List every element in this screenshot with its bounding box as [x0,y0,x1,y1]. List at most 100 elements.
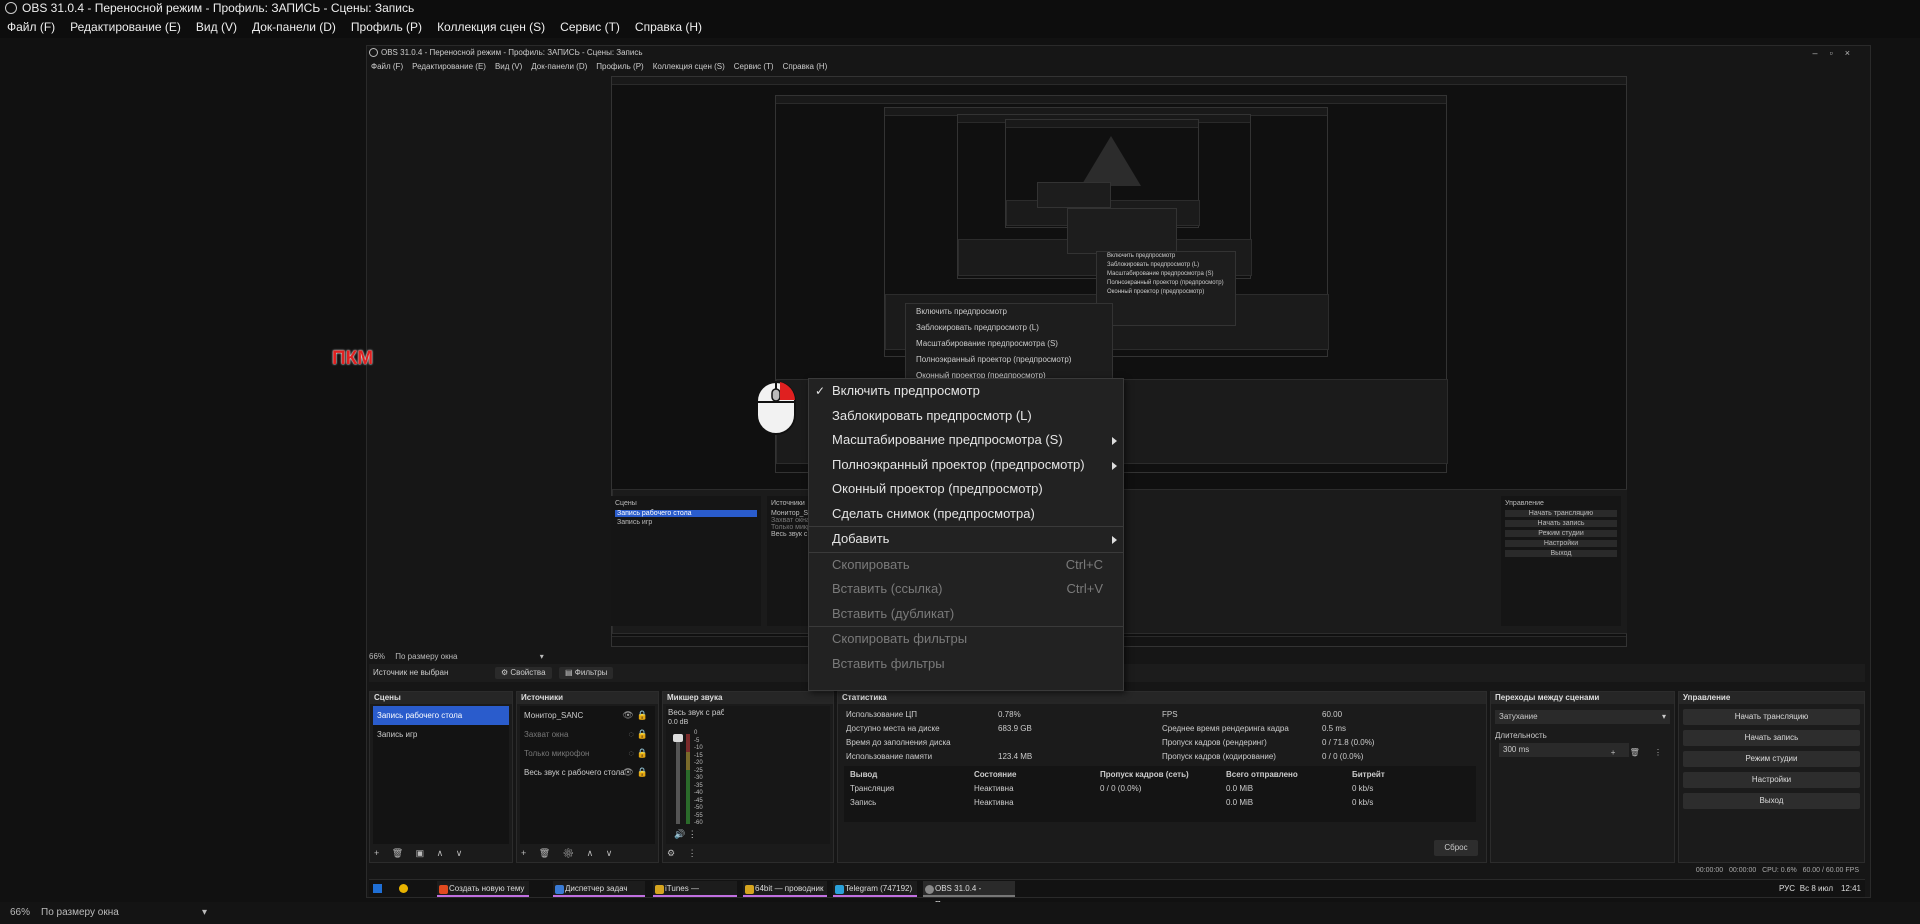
menu-preview-scaling[interactable]: Масштабирование предпросмотра (S) [809,428,1123,453]
meter-scale: 0 -5 -10 -15 -20 -25 -30 -35 -40 -45 -50 -55 -60 [694,730,703,826]
chevron-down-icon: ▾ [1661,712,1666,721]
checkmark-icon: ✓ [815,384,826,398]
cpu-value: 0.78% [998,710,1021,719]
obs-logo-icon [369,48,378,57]
windows-start-icon [373,884,382,893]
audio-meter [686,734,690,824]
chevron-down-icon[interactable]: ▾ [540,652,544,661]
menu-edit[interactable]: Редактирование (E) [70,16,181,38]
tray-clock: 12:41 [1840,884,1861,893]
menu-help[interactable]: Справка (H) [635,16,702,38]
scenes-title: Сцены [370,692,512,704]
scenes-toolbar[interactable]: + 🗑 ▣ ∧ ∨ [374,848,467,859]
taskbar-item: 64bit — проводник [743,881,827,897]
transition-tools[interactable]: + 🗑 ⋮ [1611,748,1668,757]
chevron-right-icon [1112,461,1117,470]
scene-item[interactable]: Запись игр [373,725,509,744]
inner-title-bar: OBS 31.0.4 - Переносной режим - Профиль:… [367,46,1870,60]
mouse-icon [756,381,796,435]
sources-toolbar[interactable]: + 🗑 ⚙ ∧ ∨ [521,848,617,859]
disk-full-label: Время до заполнения диска [846,738,951,747]
inner-window-controls: –▫× [1812,48,1862,58]
disk-value: 683.9 GB [998,724,1032,733]
pkm-annotation: ПКМ [332,348,374,369]
scene-item[interactable]: Запись рабочего стола [373,706,509,725]
inner-menu-edit: Редактирование (E) [412,62,486,71]
controls-title: Управление [1679,692,1864,704]
transition-select[interactable]: Затухание ▾ [1495,710,1670,724]
inner-menu-scenes: Коллекция сцен (S) [652,62,725,71]
no-source-label: Источник не выбран [373,668,449,677]
volume-slider[interactable] [676,734,680,824]
menu-copy[interactable]: Скопировать Ctrl+C [809,553,1123,578]
menu-profile[interactable]: Профиль (P) [351,16,422,38]
inner-menu-view: Вид (V) [494,62,523,71]
recursion-vanishing-point [1081,136,1141,186]
studio-mode-button[interactable]: Режим студии [1683,751,1860,767]
fps-value: 60.00 [1322,710,1343,719]
nested-menu-medium: Включить предпросмотр Заблокировать пред… [1096,251,1236,326]
menu-lock-preview[interactable]: Заблокировать предпросмотр (L) [809,404,1123,429]
eye-lock-icons: 👁🔒 [622,767,651,777]
inner-zoom-row[interactable]: 66% По размеру окна ▾ [369,651,544,663]
cpu-label: Использование ЦП [846,710,918,719]
eye-lock-icons: ◌🔒 [628,729,651,739]
exit-button[interactable]: Выход [1683,793,1860,809]
reset-button[interactable]: Сброс [1434,840,1478,856]
inner-zoom-mode[interactable]: По размеру окна [395,652,457,661]
preview-context-menu: ✓ Включить предпросмотр Заблокировать пре… [808,378,1124,691]
render-value: 0.5 ms [1322,724,1347,733]
source-item[interactable]: Монитор_SANC 👁🔒 [520,706,655,725]
menu-enable-preview[interactable]: ✓ Включить предпросмотр [809,379,1123,404]
nested-menu-small [1067,208,1177,254]
start-recording-button[interactable]: Начать запись [1683,730,1860,746]
mixer-toolbar[interactable]: ⚙ ⋮ [667,848,702,859]
status-bar: 00:00:00 00:00:00 CPU: 0.6% 60.00 / 60.0… [1695,867,1859,874]
window-title: OBS 31.0.4 - Переносной режим - Профиль:… [22,1,415,15]
properties-button[interactable]: ⚙ Свойства [495,667,552,679]
settings-button[interactable]: Настройки [1683,772,1860,788]
menu-paste-duplicate[interactable]: Вставить (дубликат) [809,602,1123,627]
menu-screenshot[interactable]: Сделать снимок (предпросмотра) [809,502,1123,527]
mute-icon[interactable]: 🔊 ⋮ [674,829,697,840]
menu-paste-ref[interactable]: Вставить (ссылка) Ctrl+V [809,577,1123,602]
inner-menu-file: Файл (F) [371,62,404,71]
obs-logo-icon [5,2,17,14]
mixer-title: Микшер звука [663,692,833,704]
chevron-down-icon[interactable]: ▾ [202,902,207,924]
inner-menu-tools: Сервис (T) [733,62,774,71]
mem-label: Использование памяти [846,752,933,761]
taskbar-item: Создать новую тему ... [437,881,529,909]
menu-scene-collection[interactable]: Коллекция сцен (S) [437,16,545,38]
volume-slider-handle[interactable] [673,734,683,742]
menu-file[interactable]: Файл (F) [7,16,55,38]
source-item[interactable]: Весь звук с рабочего стола 👁🔒 [520,763,655,782]
zoom-percent: 66% [10,907,31,918]
stats-title: Статистика [838,692,1486,704]
filters-button[interactable]: ▤ Фильтры [559,667,614,679]
menu-windowed-projector[interactable]: Оконный проектор (предпросмотр) [809,477,1123,502]
duration-input[interactable]: 300 ms [1499,743,1629,757]
inner-menu-profile: Профиль (P) [596,62,644,71]
menu-bar: Файл (F) Редактирование (E) Вид (V) Док-… [0,16,1920,38]
mem-value: 123.4 MB [998,752,1033,761]
menu-view[interactable]: Вид (V) [196,16,237,38]
tray-lang: РУС [1778,884,1795,893]
taskbar-item: iTunes — проводник [653,881,737,909]
transitions-dock: Переходы между сценами Затухание ▾ Длител… [1490,691,1675,863]
menu-copy-filters[interactable]: Скопировать фильтры [809,627,1123,652]
menu-tools[interactable]: Сервис (T) [560,16,620,38]
menu-add[interactable]: Добавить [809,527,1123,552]
menu-docks[interactable]: Док-панели (D) [252,16,336,38]
menu-paste-filters[interactable]: Вставить фильтры [809,652,1123,677]
chevron-right-icon [1112,437,1117,445]
inner-zoom-percent: 66% [369,652,386,661]
start-streaming-button[interactable]: Начать трансляцию [1683,709,1860,725]
tray-day: Вс 8 июл [1799,884,1833,893]
inner-menu-help: Справка (H) [782,62,828,71]
menu-fullscreen-projector[interactable]: Полноэкранный проектор (предпросмотр) [809,453,1123,478]
transitions-title: Переходы между сценами [1491,692,1674,704]
source-item[interactable]: Захват окна ◌🔒 [520,725,655,744]
zoom-mode-select[interactable]: По размеру окна [41,902,119,924]
source-item[interactable]: Только микрофон ◌🔒 [520,744,655,763]
